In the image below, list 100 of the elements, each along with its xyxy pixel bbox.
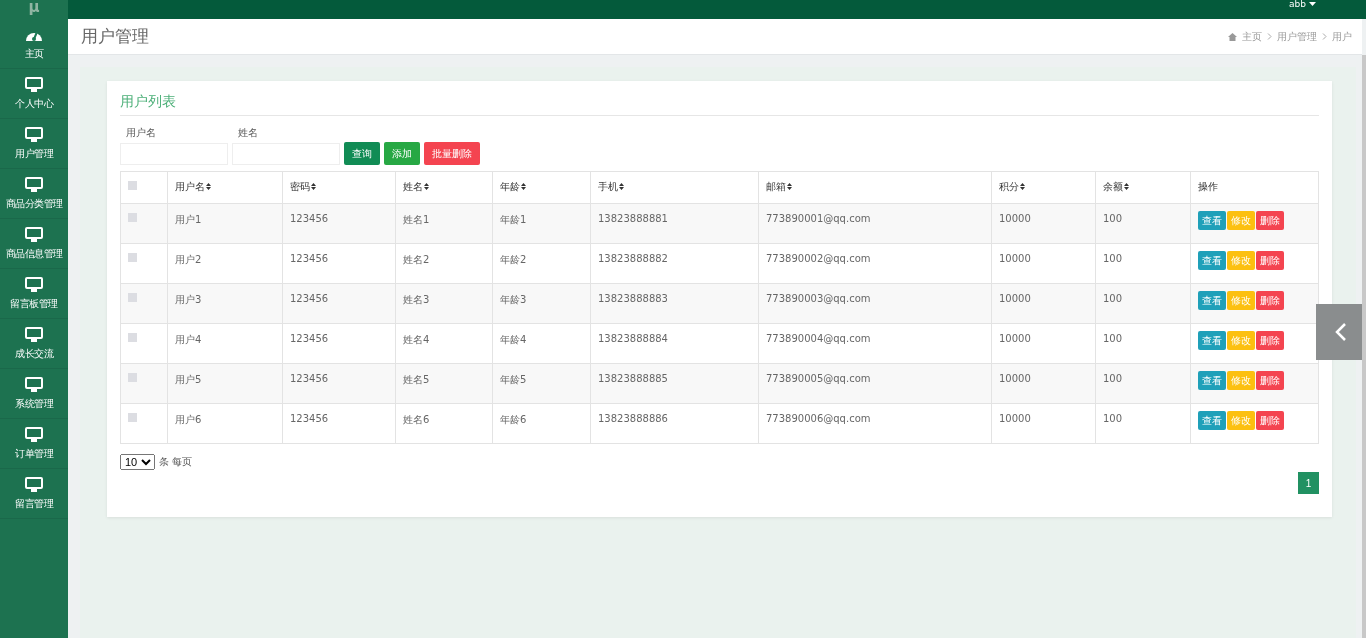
table-cell: 100 <box>1103 333 1123 344</box>
home-icon <box>1228 32 1237 41</box>
sort-icon[interactable] <box>521 183 526 190</box>
table-cell: 100 <box>1103 413 1123 424</box>
row-action-button[interactable]: 查看 <box>1198 411 1226 430</box>
table-cell: 用户1 <box>175 214 202 225</box>
sort-icon[interactable] <box>787 183 792 190</box>
table-cell: 773890003@qq.com <box>766 293 871 304</box>
checkbox[interactable] <box>128 253 137 262</box>
column-header[interactable]: 用户名 <box>175 181 205 192</box>
table-cell: 773890006@qq.com <box>766 413 871 424</box>
checkbox[interactable] <box>128 413 137 422</box>
column-header[interactable]: 年龄 <box>500 181 520 192</box>
column-header[interactable]: 密码 <box>290 181 310 192</box>
monitor-icon <box>25 226 43 243</box>
field-label: 用户名 <box>125 126 157 140</box>
checkbox[interactable] <box>128 333 137 342</box>
checkbox[interactable] <box>128 293 137 302</box>
table-cell: 773890002@qq.com <box>766 253 871 264</box>
sort-icon[interactable] <box>424 183 429 190</box>
page-size-select[interactable]: 10 <box>120 454 155 470</box>
sort-icon[interactable] <box>1124 183 1129 190</box>
action-button[interactable]: 查询 <box>344 142 380 165</box>
monitor-icon <box>25 126 43 143</box>
row-action-button[interactable]: 删除 <box>1256 291 1284 310</box>
table-cell: 姓名6 <box>403 414 430 425</box>
breadcrumb-item[interactable]: 主页 <box>1242 29 1262 44</box>
table-cell: 13823888881 <box>598 213 668 224</box>
table-cell: 用户2 <box>175 254 202 265</box>
table-cell: 用户5 <box>175 374 202 385</box>
table-cell: 年龄6 <box>500 414 527 425</box>
checkbox[interactable] <box>128 213 137 222</box>
sort-icon[interactable] <box>311 183 316 190</box>
column-header[interactable]: 姓名 <box>403 181 423 192</box>
chevron-icon <box>1267 31 1272 42</box>
field-label: 姓名 <box>237 126 259 140</box>
table-cell: 123456 <box>290 413 329 424</box>
table-cell: 773890005@qq.com <box>766 373 871 384</box>
column-header[interactable]: 积分 <box>999 181 1019 192</box>
row-action-button[interactable]: 删除 <box>1256 371 1284 390</box>
table-cell: 姓名3 <box>403 294 430 305</box>
row-action-button[interactable]: 查看 <box>1198 331 1226 350</box>
table-cell: 用户4 <box>175 334 202 345</box>
sort-icon[interactable] <box>206 183 211 190</box>
page-title: 用户管理 <box>81 25 149 48</box>
table-cell: 用户6 <box>175 414 202 425</box>
column-header[interactable]: 邮箱 <box>766 181 786 192</box>
sort-icon[interactable] <box>619 183 624 190</box>
scrollbar[interactable] <box>1362 55 1366 638</box>
user-menu[interactable]: abb <box>1289 0 1316 8</box>
table-cell: 100 <box>1103 213 1123 224</box>
monitor-icon <box>25 76 43 93</box>
monitor-icon <box>25 326 43 343</box>
row-action-button[interactable]: 查看 <box>1198 251 1226 270</box>
column-header[interactable]: 操作 <box>1198 181 1218 192</box>
monitor-icon <box>25 426 43 443</box>
checkbox[interactable] <box>128 373 137 382</box>
column-header[interactable]: 余额 <box>1103 181 1123 192</box>
table-cell: 姓名2 <box>403 254 430 265</box>
checkbox[interactable] <box>128 181 137 190</box>
table-cell: 123456 <box>290 293 329 304</box>
row-action-button[interactable]: 删除 <box>1256 251 1284 270</box>
sort-icon[interactable] <box>1020 183 1025 190</box>
row-action-button[interactable]: 删除 <box>1256 411 1284 430</box>
table-cell: 姓名5 <box>403 374 430 385</box>
logo: μ <box>27 0 41 18</box>
breadcrumb-item[interactable]: 用户 <box>1332 29 1352 44</box>
table-cell: 13823888884 <box>598 333 668 344</box>
table-cell: 773890001@qq.com <box>766 213 871 224</box>
table-cell: 100 <box>1103 253 1123 264</box>
table-cell: 13823888883 <box>598 293 668 304</box>
row-action-button[interactable]: 查看 <box>1198 211 1226 230</box>
table-cell: 年龄5 <box>500 374 527 385</box>
table-cell: 年龄1 <box>500 214 527 225</box>
row-action-button[interactable]: 删除 <box>1256 211 1284 230</box>
breadcrumb-item[interactable]: 用户管理 <box>1277 29 1317 44</box>
table-cell: 773890004@qq.com <box>766 333 871 344</box>
column-header[interactable]: 手机 <box>598 181 618 192</box>
chevron-icon <box>1322 31 1327 42</box>
table-cell: 100 <box>1103 293 1123 304</box>
table-cell: 10000 <box>999 213 1031 224</box>
caret-icon <box>1309 1 1316 7</box>
row-action-button[interactable]: 删除 <box>1256 331 1284 350</box>
page-button[interactable]: 1 <box>1298 472 1319 494</box>
table-cell: 年龄3 <box>500 294 527 305</box>
row-action-button[interactable]: 查看 <box>1198 371 1226 390</box>
table-cell: 10000 <box>999 293 1031 304</box>
table-cell: 10000 <box>999 413 1031 424</box>
action-button[interactable]: 批量删除 <box>424 142 480 165</box>
card-title: 用户列表 <box>120 93 1319 116</box>
table-cell: 123456 <box>290 213 329 224</box>
table-cell: 100 <box>1103 373 1123 384</box>
table-cell: 用户3 <box>175 294 202 305</box>
action-button[interactable]: 添加 <box>384 142 420 165</box>
table-cell: 123456 <box>290 373 329 384</box>
table-cell: 年龄2 <box>500 254 527 265</box>
table-cell: 10000 <box>999 253 1031 264</box>
table-cell: 123456 <box>290 253 329 264</box>
table-cell: 10000 <box>999 373 1031 384</box>
row-action-button[interactable]: 查看 <box>1198 291 1226 310</box>
